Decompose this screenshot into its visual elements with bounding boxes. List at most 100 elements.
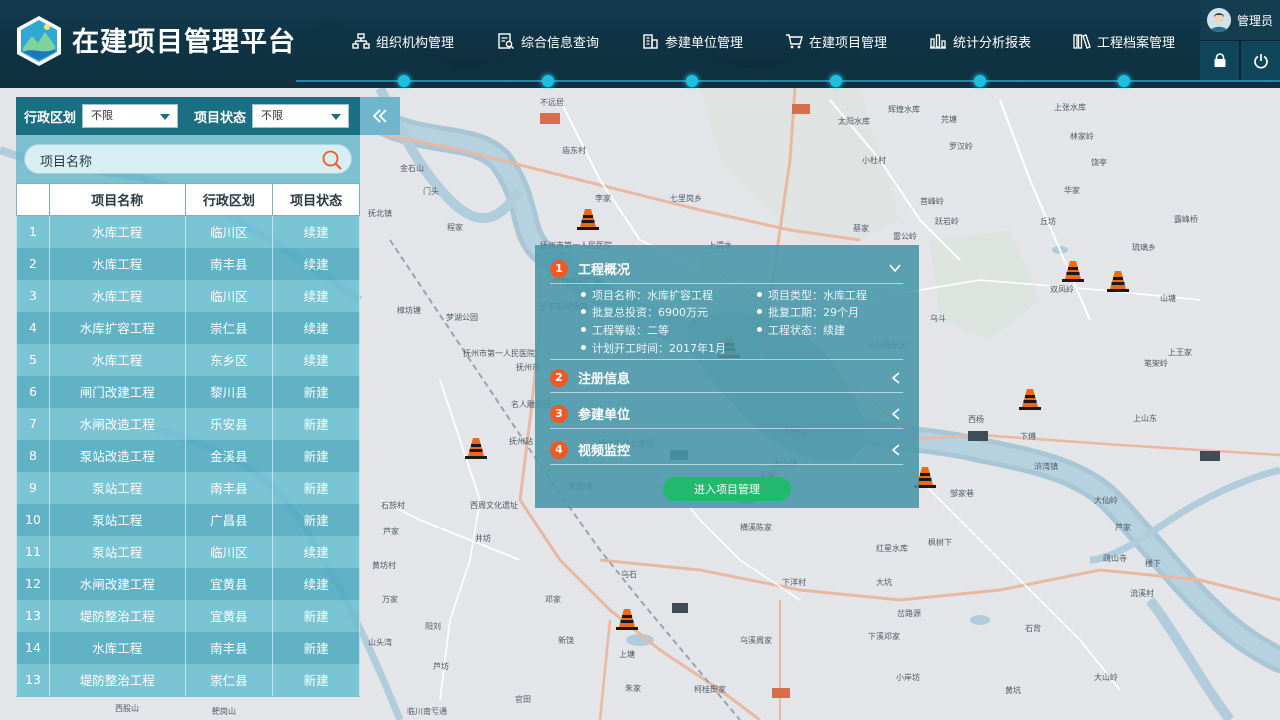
table-row[interactable]: 2 水库工程 南丰县 续建	[16, 247, 360, 280]
map-place-label: 靶岗山	[212, 707, 236, 716]
nav-dot	[542, 75, 554, 87]
map-place-label: 雷公岭	[893, 232, 917, 241]
lock-button[interactable]	[1200, 41, 1239, 80]
app-title: 在建项目管理平台	[72, 27, 296, 58]
project-marker-icon[interactable]	[614, 606, 640, 632]
overview-period: 批复工期：29个月	[757, 306, 859, 319]
cell-status: 续建	[272, 279, 360, 312]
map-place-label: 朱家	[625, 684, 641, 693]
lock-icon	[1214, 53, 1225, 67]
column-header[interactable]: 行政区划	[184, 183, 274, 216]
table-row[interactable]: 8 泵站改造工程 金溪县 新建	[16, 439, 360, 472]
username: 管理员	[1236, 13, 1273, 28]
section-number: 2	[550, 368, 568, 387]
table-row[interactable]: 6 闸门改建工程 黎川县 新建	[16, 375, 360, 408]
nav-project-management[interactable]: 在建项目管理	[785, 30, 887, 52]
map-place-label: 邹家巷	[950, 489, 974, 498]
nav-org-management[interactable]: 组织机构管理	[352, 30, 454, 52]
project-marker-icon[interactable]	[1105, 268, 1131, 294]
cell-status: 新建	[272, 439, 360, 472]
column-header[interactable]: 项目状态	[272, 183, 360, 216]
cell-region: 临川区	[184, 535, 274, 568]
map-place-label: 太阳水库	[838, 117, 870, 126]
table-row[interactable]: 13 堤防整治工程 宜黄县 新建	[16, 599, 360, 632]
search-icon[interactable]	[321, 149, 343, 171]
project-marker-icon[interactable]	[1060, 258, 1086, 284]
cell-no: 1	[16, 215, 50, 248]
nav-label: 统计分析报表	[953, 35, 1032, 51]
chevron-left-icon	[891, 372, 900, 384]
cell-no: 13	[16, 663, 50, 696]
cell-no: 11	[16, 535, 50, 568]
cell-region: 崇仁县	[184, 311, 274, 344]
table-row[interactable]: 14 水库工程 南丰县 新建	[16, 631, 360, 664]
cell-name: 水闸改造工程	[48, 407, 186, 440]
table-row[interactable]: 11 泵站工程 临川区 续建	[16, 535, 360, 568]
overview-name: 项目名称：水库扩容工程	[581, 289, 713, 302]
table-row[interactable]: 7 水闸改造工程 乐安县 新建	[16, 407, 360, 440]
section-units-header[interactable]: 3 参建单位	[550, 399, 903, 429]
section-registration-header[interactable]: 2 注册信息	[550, 363, 903, 393]
nav-archive[interactable]: 工程档案管理	[1073, 30, 1175, 52]
map-place-label: 芦家	[383, 527, 399, 536]
map-place-label: 露峰桥	[1174, 215, 1198, 224]
section-title: 注册信息	[578, 372, 631, 387]
cart-icon	[786, 34, 803, 49]
cell-no: 8	[16, 439, 50, 472]
map-place-label: 红星水库	[876, 544, 908, 553]
table-row[interactable]: 5 水库工程 东乡区 续建	[16, 343, 360, 376]
power-button[interactable]	[1241, 41, 1280, 80]
search-input[interactable]: 项目名称	[24, 144, 352, 174]
table-row[interactable]: 4 水库扩容工程 崇仁县 续建	[16, 311, 360, 344]
overview-grade: 工程等级：二等	[581, 324, 669, 337]
table-row[interactable]: 9 泵站工程 南丰县 新建	[16, 471, 360, 504]
map-place-label: 邓家	[545, 595, 561, 604]
cell-region: 临川区	[184, 215, 274, 248]
map-place-label: 石鼓村	[381, 501, 405, 510]
table-row[interactable]: 1 水库工程 临川区 续建	[16, 215, 360, 248]
cell-status: 新建	[272, 599, 360, 632]
map-place-label: 跃岩岭	[935, 217, 959, 226]
overview-status: 工程状态：续建	[757, 324, 845, 337]
project-marker-icon[interactable]	[1017, 386, 1043, 412]
nav-info-query[interactable]: 综合信息查询	[497, 30, 599, 52]
project-info-popup: 1 工程概况 项目名称：水库扩容工程 项目类型：水库工程 批复总投资：6900万…	[535, 245, 919, 508]
column-header[interactable]: 项目名称	[48, 183, 186, 216]
nav-unit-management[interactable]: 参建单位管理	[641, 30, 743, 52]
nav-track	[296, 80, 1280, 82]
table-row[interactable]: 13 堤防整治工程 崇仁县 新建	[16, 663, 360, 696]
map-place-label: 李家	[595, 194, 611, 203]
map-place-label: 抚州站	[509, 437, 533, 446]
map-place-label: 浒湾镇	[1034, 462, 1058, 471]
table-row[interactable]: 12 水闸改建工程 宜黄县 续建	[16, 567, 360, 600]
cell-name: 水库工程	[48, 279, 186, 312]
user-menu[interactable]: 管理员	[1200, 0, 1280, 40]
status-select[interactable]: 不限	[252, 104, 349, 128]
nav-dot	[974, 75, 986, 87]
table-row[interactable]: 3 水库工程 临川区 续建	[16, 279, 360, 312]
enter-project-button[interactable]: 进入项目管理	[663, 477, 791, 501]
project-marker-icon[interactable]	[575, 206, 601, 232]
cell-name: 泵站工程	[48, 535, 186, 568]
project-marker-icon[interactable]	[463, 435, 489, 461]
table-row[interactable]: 10 泵站工程 广昌县 新建	[16, 503, 360, 536]
map-place-label: 西周文化遗址	[470, 501, 518, 510]
nav-statistics[interactable]: 统计分析报表	[929, 30, 1031, 52]
nav-dot	[830, 75, 842, 87]
section-overview-header[interactable]: 1 工程概况	[550, 254, 903, 284]
section-video-header[interactable]: 4 视频监控	[550, 435, 903, 465]
table-header-row: 项目名称 行政区划 项目状态	[16, 183, 360, 216]
region-select-value: 不限	[91, 109, 113, 122]
cell-status: 新建	[272, 471, 360, 504]
cell-name: 泵站改造工程	[48, 439, 186, 472]
map-place-label: 上张水库	[1054, 103, 1086, 112]
map-place-label: 抚北镇	[368, 209, 392, 218]
collapse-panel-button[interactable]	[360, 97, 400, 135]
cell-name: 闸门改建工程	[48, 375, 186, 408]
map-place-label: 菩峰岭	[920, 197, 944, 206]
cell-no: 6	[16, 375, 50, 408]
filter-bar: 行政区划 不限 项目状态 不限	[16, 97, 360, 135]
region-select[interactable]: 不限	[82, 104, 178, 128]
map-place-label: 大山岭	[1094, 673, 1118, 682]
cell-region: 南丰县	[184, 631, 274, 664]
